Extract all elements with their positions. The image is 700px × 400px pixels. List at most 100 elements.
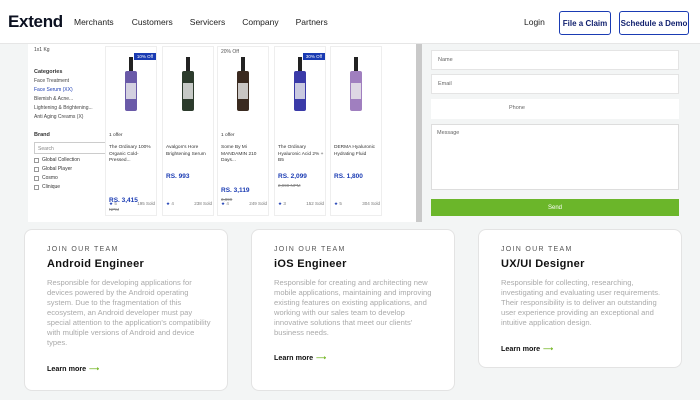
shop-scrollbar[interactable] <box>416 44 422 222</box>
sold-count: 195 Sold <box>137 201 155 206</box>
discount-label: 20% Off <box>221 49 239 55</box>
learn-more-label: Learn more <box>47 364 87 373</box>
checkbox-icon[interactable] <box>34 157 39 163</box>
product-card[interactable]: DERMA Hyaluronic Hydrating Fluid RS. 1,80… <box>330 46 382 216</box>
rating-value: ★ 5 <box>334 201 342 207</box>
learn-more-label: Learn more <box>501 344 541 353</box>
name-placeholder: Name <box>438 57 453 63</box>
job-eyebrow: JOIN OUR TEAM <box>47 246 119 253</box>
email-field[interactable]: Email <box>431 74 679 94</box>
product-name: The Ordinary Hyaluronic Acid 2% + B5 <box>278 145 324 163</box>
top-navbar: Extend Merchants Customers Servicers Com… <box>0 0 700 44</box>
rating-number: 4 <box>226 201 229 206</box>
message-placeholder: Message <box>437 130 460 136</box>
arrow-right-icon: ⟶ <box>89 364 100 373</box>
checkbox-icon[interactable] <box>34 166 39 172</box>
main-menu: Merchants Customers Servicers Company Pa… <box>74 17 328 27</box>
product-bottle-image <box>182 57 194 111</box>
menu-partners[interactable]: Partners <box>296 17 328 27</box>
extend-logo[interactable]: Extend <box>8 12 63 32</box>
product-meta: ★ 5 304 Sold <box>334 201 380 207</box>
product-price: RS. 1,800 <box>334 173 363 180</box>
product-meta: ★ 4 238 Sold <box>166 201 212 207</box>
product-name: Some By Mi MANDAMIN 210 Days... <box>221 145 257 163</box>
message-field[interactable]: Message <box>431 124 679 190</box>
product-meta: ★ 4 249 Sold <box>221 201 267 207</box>
star-icon: ★ <box>166 201 171 206</box>
rating-number: 4 <box>171 201 174 206</box>
phone-field[interactable]: Phone <box>431 99 679 119</box>
job-title: iOS Engineer <box>274 258 347 270</box>
checkbox-icon[interactable] <box>34 175 39 181</box>
product-meta: ★ 5 195 Sold <box>109 201 155 207</box>
product-price: RS. 2,099 <box>278 173 307 180</box>
product-name: The Ordinary 100% Organic Cold-Pressed..… <box>109 145 151 163</box>
brand-name: Global Player <box>42 166 73 172</box>
star-icon: ★ <box>109 201 114 206</box>
old-price: 2,999 NPM <box>278 183 301 188</box>
product-meta: ★ 3 152 Sold <box>278 201 324 207</box>
product-card[interactable]: Avalgon's Hore Brightening Serum RS. 993 ★… <box>162 46 214 216</box>
product-card[interactable]: 10% Off 1 offer The Ordinary 100% Organic… <box>105 46 157 216</box>
rating-value: ★ 4 <box>166 201 174 207</box>
star-icon: ★ <box>221 201 226 206</box>
learn-more-link[interactable]: Learn more ⟶ <box>501 344 553 353</box>
learn-more-label: Learn more <box>274 353 314 362</box>
menu-customers[interactable]: Customers <box>132 17 173 27</box>
schedule-demo-button[interactable]: Schedule a Demo <box>619 11 689 35</box>
rating-value: ★ 4 <box>221 201 229 207</box>
product-bottle-image <box>350 57 362 111</box>
product-price: RS. 3,119 <box>221 187 250 194</box>
contact-form: Name Email Phone Message Send <box>430 44 680 224</box>
job-card-ios[interactable]: JOIN OUR TEAM iOS Engineer Responsible f… <box>251 229 455 391</box>
phone-placeholder: Phone <box>509 105 525 111</box>
job-title: UX/UI Designer <box>501 258 585 270</box>
menu-company[interactable]: Company <box>242 17 278 27</box>
file-claim-button[interactable]: File a Claim <box>559 11 611 35</box>
menu-merchants[interactable]: Merchants <box>74 17 114 27</box>
rating-value: ★ 3 <box>278 201 286 207</box>
brand-name: Clinique <box>42 184 61 190</box>
product-name: DERMA Hyaluronic Hydrating Fluid <box>334 145 376 157</box>
arrow-right-icon: ⟶ <box>543 344 554 353</box>
star-icon: ★ <box>278 201 283 206</box>
product-card[interactable]: 20% Off 1 offer Some By Mi MANDAMIN 210 D… <box>217 46 269 216</box>
name-field[interactable]: Name <box>431 50 679 70</box>
product-name: Avalgon's Hore Brightening Serum <box>166 145 206 157</box>
product-bottle-image <box>294 57 306 111</box>
rating-number: 5 <box>339 201 342 206</box>
rating-number: 3 <box>283 201 286 206</box>
arrow-right-icon: ⟶ <box>316 353 327 362</box>
rating-value: ★ 5 <box>109 201 117 207</box>
brand-name: Global Collection <box>42 157 80 163</box>
job-card-android[interactable]: JOIN OUR TEAM Android Engineer Responsib… <box>24 229 228 391</box>
job-eyebrow: JOIN OUR TEAM <box>274 246 346 253</box>
learn-more-link[interactable]: Learn more ⟶ <box>47 364 99 373</box>
brand-search-placeholder: Search <box>38 146 54 152</box>
menu-servicers[interactable]: Servicers <box>190 17 225 27</box>
old-price: NPM <box>109 207 119 212</box>
job-description: Responsible for developing applications … <box>47 278 211 347</box>
star-icon: ★ <box>334 201 339 206</box>
login-link[interactable]: Login <box>524 17 545 27</box>
send-button[interactable]: Send <box>431 199 679 216</box>
checkbox-icon[interactable] <box>34 184 39 190</box>
product-bottle-image <box>237 57 249 111</box>
job-description: Responsible for creating and architectin… <box>274 278 432 337</box>
offer-label: 1 offer <box>221 133 235 138</box>
product-price: RS. 993 <box>166 173 190 180</box>
product-card[interactable]: 30% Off The Ordinary Hyaluronic Acid 2% … <box>274 46 326 216</box>
learn-more-link[interactable]: Learn more ⟶ <box>274 353 326 362</box>
categories-label: Categories <box>34 69 63 75</box>
offer-label: 1 offer <box>109 133 123 138</box>
sold-count: 249 Sold <box>249 201 267 206</box>
shop-preview: 1x1 Kg Categories — Face Treatment Face … <box>28 44 422 222</box>
sold-count: 304 Sold <box>362 201 380 206</box>
brand-label: Brand <box>34 132 50 138</box>
sold-count: 238 Sold <box>194 201 212 206</box>
job-card-uxui[interactable]: JOIN OUR TEAM UX/UI Designer Responsible… <box>478 229 682 368</box>
job-title: Android Engineer <box>47 258 145 270</box>
product-bottle-image <box>125 57 137 111</box>
job-description: Responsible for collecting, researching,… <box>501 278 661 327</box>
rating-number: 5 <box>114 201 117 206</box>
